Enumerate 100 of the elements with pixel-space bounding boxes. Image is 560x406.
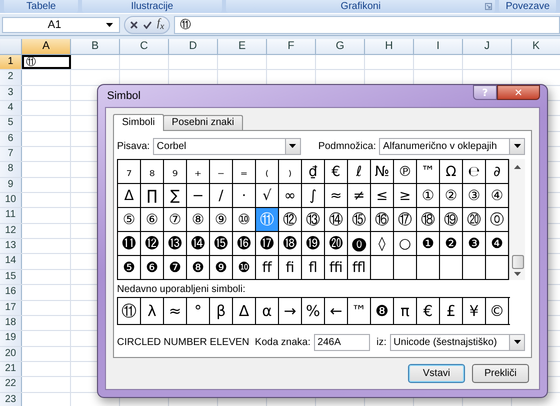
symbol-cell[interactable]: ② xyxy=(440,184,463,208)
symbol-cell[interactable]: ❽ xyxy=(187,256,210,280)
symbol-cell[interactable]: ⑨ xyxy=(210,208,233,232)
column-header[interactable]: D xyxy=(169,39,218,54)
symbol-cell[interactable]: ﬁ xyxy=(279,256,302,280)
row-header[interactable]: 14 xyxy=(0,254,22,269)
symbol-cell[interactable]: ④ xyxy=(486,184,509,208)
symbol-cell[interactable]: ℗ xyxy=(394,160,417,184)
symbol-cell[interactable]: ⑤ xyxy=(118,208,141,232)
symbol-cell[interactable]: ⑦ xyxy=(164,208,187,232)
row-header[interactable]: 20 xyxy=(0,346,22,361)
column-header[interactable]: E xyxy=(218,39,267,54)
formula-field[interactable]: ⑪ xyxy=(174,16,560,34)
symbol-cell[interactable]: ₉ xyxy=(164,160,187,184)
column-header[interactable]: J xyxy=(463,39,512,54)
symbol-cell[interactable]: ⑮ xyxy=(348,208,371,232)
row-header[interactable]: 8 xyxy=(0,162,22,177)
scroll-thumb[interactable] xyxy=(512,255,524,269)
symbol-cell[interactable]: ﬂ xyxy=(302,256,325,280)
row-header[interactable]: 10 xyxy=(0,193,22,208)
symbol-cell[interactable]: ⓬ xyxy=(141,232,164,256)
symbol-cell[interactable]: ⑲ xyxy=(440,208,463,232)
symbol-cell[interactable]: ∕ xyxy=(210,184,233,208)
symbol-cell[interactable]: ℓ xyxy=(348,160,371,184)
symbol-cell[interactable]: ⓯ xyxy=(210,232,233,256)
column-header[interactable]: H xyxy=(365,39,414,54)
symbol-cell[interactable]: ﬃ xyxy=(325,256,348,280)
symbol-cell[interactable]: − xyxy=(187,184,210,208)
row-header[interactable]: 15 xyxy=(0,270,22,284)
symbol-cell[interactable]: ⓱ xyxy=(256,232,279,256)
symbol-cell[interactable]: ⓰ xyxy=(233,232,256,256)
tab[interactable]: Posebni znaki xyxy=(162,115,244,130)
symbol-cell[interactable]: ❾ xyxy=(210,256,233,280)
symbol-cell[interactable]: ∏ xyxy=(141,184,164,208)
check-icon[interactable] xyxy=(143,20,152,28)
symbol-cell[interactable]: ≤ xyxy=(371,184,394,208)
row-header[interactable]: 6 xyxy=(0,132,22,146)
subset-dropdown[interactable]: Alfanumerično v oklepajih xyxy=(379,138,525,154)
symbol-cell[interactable]: ∫ xyxy=(302,184,325,208)
symbol-cell[interactable]: ⓮ xyxy=(187,232,210,256)
symbol-cell[interactable]: № xyxy=(371,160,394,184)
symbol-cell[interactable]: · xyxy=(233,184,256,208)
symbol-cell[interactable]: ₋ xyxy=(210,160,233,184)
row-header[interactable]: 18 xyxy=(0,316,22,330)
row-header[interactable]: 7 xyxy=(0,147,22,162)
symbol-cell[interactable]: ⑰ xyxy=(394,208,417,232)
table-cell[interactable]: ⑪ xyxy=(22,55,71,70)
column-header[interactable]: B xyxy=(71,39,120,54)
symbol-cell[interactable]: € xyxy=(325,160,348,184)
symbol-cell[interactable]: ∞ xyxy=(279,184,302,208)
scrollbar[interactable] xyxy=(509,159,525,280)
symbol-cell[interactable]: ❷ xyxy=(440,232,463,256)
symbol-cell[interactable]: ⑥ xyxy=(141,208,164,232)
column-header[interactable]: A xyxy=(22,39,71,54)
symbol-cell[interactable]: ③ xyxy=(463,184,486,208)
symbol-cell[interactable]: ₊ xyxy=(187,160,210,184)
symbol-cell[interactable]: ⓫ xyxy=(118,232,141,256)
row-header[interactable]: 2 xyxy=(0,70,22,85)
row-header[interactable]: 17 xyxy=(0,300,22,315)
row-header[interactable]: 19 xyxy=(0,331,22,346)
tab[interactable]: Simboli xyxy=(113,114,164,131)
symbol-cell[interactable]: ⓲ xyxy=(279,232,302,256)
row-header[interactable]: 3 xyxy=(0,86,22,100)
symbol-cell[interactable]: ❸ xyxy=(463,232,486,256)
symbol-cell[interactable]: ⑩ xyxy=(233,208,256,232)
row-header[interactable]: 23 xyxy=(0,392,22,406)
symbol-cell[interactable]: ≠ xyxy=(348,184,371,208)
symbol-cell[interactable]: ⓭ xyxy=(164,232,187,256)
row-header[interactable]: 16 xyxy=(0,285,22,300)
row-header[interactable]: 4 xyxy=(0,101,22,116)
symbol-cell[interactable]: ₎ xyxy=(279,160,302,184)
row-header[interactable]: 5 xyxy=(0,116,22,131)
symbol-cell[interactable]: ○ xyxy=(394,232,417,256)
column-header[interactable]: I xyxy=(414,39,463,54)
symbol-cell[interactable]: ℮ xyxy=(463,160,486,184)
symbol-cell[interactable]: √ xyxy=(256,184,279,208)
symbol-cell[interactable]: ≈ xyxy=(325,184,348,208)
scroll-up-icon[interactable] xyxy=(514,165,522,169)
symbol-cell[interactable]: ⓪ xyxy=(486,208,509,232)
symbol-cell[interactable]: ❻ xyxy=(141,256,164,280)
insert-function-button[interactable]: f$_{x}$ xyxy=(157,17,164,32)
symbol-cell[interactable]: ❹ xyxy=(486,232,509,256)
symbol-cell[interactable]: ™ xyxy=(417,160,440,184)
symbol-cell[interactable]: ₌ xyxy=(233,160,256,184)
symbol-cell[interactable]: ₈ xyxy=(141,160,164,184)
symbol-cell[interactable]: ⑳ xyxy=(463,208,486,232)
symbol-cell[interactable]: ❼ xyxy=(164,256,187,280)
row-header[interactable]: 11 xyxy=(0,208,22,223)
row-header[interactable]: 12 xyxy=(0,224,22,238)
symbol-cell[interactable]: Ω xyxy=(440,160,463,184)
row-header[interactable]: 1 xyxy=(0,55,22,70)
column-header[interactable]: G xyxy=(316,39,365,54)
symbol-cell[interactable]: ﬄ xyxy=(348,256,371,280)
scroll-down-icon[interactable] xyxy=(514,272,522,276)
column-header[interactable]: F xyxy=(267,39,316,54)
symbol-cell[interactable]: ❺ xyxy=(118,256,141,280)
row-header[interactable]: 9 xyxy=(0,178,22,192)
symbol-cell[interactable]: ⑬ xyxy=(302,208,325,232)
symbol-cell[interactable]: ① xyxy=(417,184,440,208)
symbol-cell[interactable]: ₇ xyxy=(118,160,141,184)
